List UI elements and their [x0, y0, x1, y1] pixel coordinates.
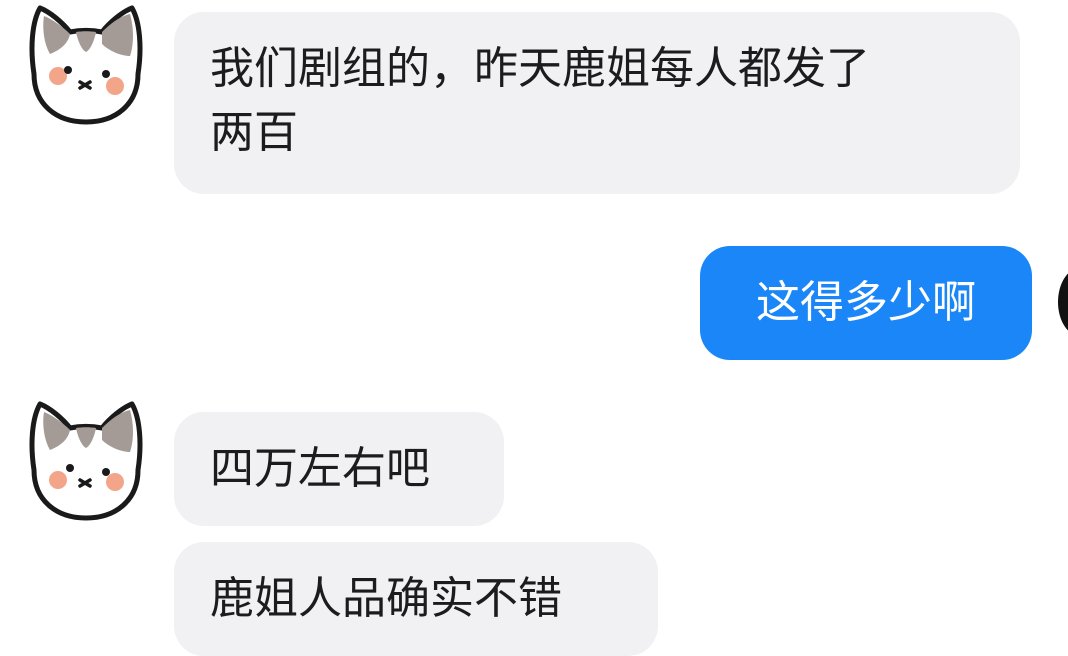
message-text: 四万左右吧: [210, 443, 430, 494]
cat-avatar-icon[interactable]: [20, 396, 152, 528]
outgoing-message-bubble[interactable]: 这得多少啊: [700, 246, 1032, 360]
message-text-line: 两百: [210, 107, 298, 158]
self-avatar[interactable]: [1058, 268, 1068, 336]
message-text: 这得多少啊: [756, 277, 976, 328]
cat-avatar-icon[interactable]: [20, 0, 152, 132]
message-text: 鹿姐人品确实不错: [210, 573, 562, 624]
incoming-message-bubble[interactable]: 我们剧组的，昨天鹿姐每人都发了 两百: [174, 12, 1020, 194]
incoming-message-bubble[interactable]: 四万左右吧: [174, 412, 504, 526]
message-text-line: 我们剧组的，昨天鹿姐每人都发了: [210, 43, 870, 94]
incoming-message-bubble[interactable]: 鹿姐人品确实不错: [174, 542, 658, 656]
